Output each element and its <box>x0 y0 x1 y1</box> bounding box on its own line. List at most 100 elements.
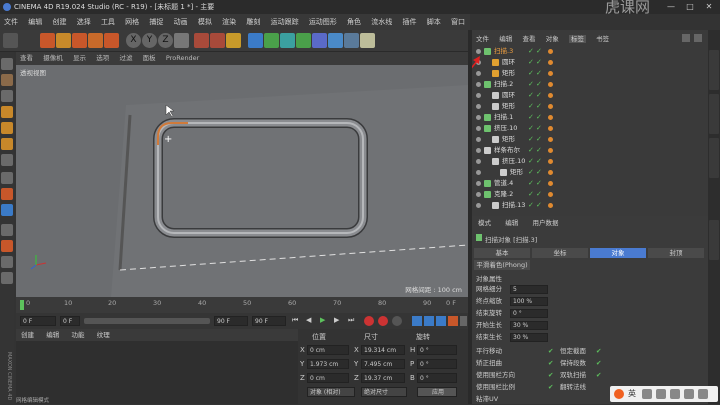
vp-menu-cameras[interactable]: 摄像机 <box>43 54 63 62</box>
workplane-icon[interactable] <box>1 204 13 216</box>
mat-menu-function[interactable]: 功能 <box>71 331 84 339</box>
menu-character[interactable]: 角色 <box>347 18 361 26</box>
camera-icon[interactable] <box>344 33 359 48</box>
mat-menu-texture[interactable]: 纹理 <box>97 331 110 339</box>
vp-menu-panel[interactable]: 面板 <box>143 54 156 62</box>
undo-icon[interactable] <box>3 33 18 48</box>
start-frame-field[interactable]: 0 F <box>20 316 56 326</box>
pen-icon[interactable] <box>264 33 279 48</box>
vp-menu-filter[interactable]: 过滤 <box>119 54 132 62</box>
voice-icon[interactable] <box>670 389 680 399</box>
constant-section-checkbox[interactable]: ✔ <box>596 346 601 357</box>
render-view-icon[interactable] <box>194 33 209 48</box>
menu-file[interactable]: 文件 <box>4 18 18 26</box>
cloner-icon[interactable] <box>296 33 311 48</box>
make-editable-icon[interactable] <box>1 58 13 70</box>
timeline-ruler[interactable]: 0 10 20 30 40 50 60 70 80 90 0 F <box>16 297 468 313</box>
rotation-key-icon[interactable] <box>436 316 446 326</box>
rail-scale-checkbox[interactable]: ✔ <box>548 382 553 393</box>
ime-mode-label[interactable]: 英 <box>628 388 636 399</box>
go-to-end-icon[interactable]: ⏭ <box>348 316 358 326</box>
menu-select[interactable]: 选择 <box>77 18 91 26</box>
close-button[interactable]: ✕ <box>702 0 716 14</box>
play-icon[interactable]: ▶ <box>320 316 330 326</box>
perspective-viewport[interactable]: + 透视视图 网格间距 : 100 cm <box>16 65 468 297</box>
points-mode-icon[interactable] <box>1 106 13 118</box>
menu-pipeline[interactable]: 流水线 <box>371 18 392 26</box>
vp-menu-prorender[interactable]: ProRender <box>166 54 199 62</box>
tab-phong[interactable]: 平滑着色(Phong) <box>474 260 530 270</box>
menu-animate[interactable]: 动画 <box>174 18 188 26</box>
menu-mesh[interactable]: 网格 <box>125 18 139 26</box>
menu-tools[interactable]: 工具 <box>101 18 115 26</box>
size-y-field[interactable]: 7.495 cm <box>361 359 405 369</box>
minimize-button[interactable]: — <box>664 0 678 14</box>
record-icon[interactable] <box>364 316 374 326</box>
tweak-icon[interactable] <box>1 172 13 184</box>
current-frame-field[interactable]: 0 F <box>60 316 80 326</box>
timeline-playhead[interactable] <box>20 300 24 310</box>
keep-segments-checkbox[interactable]: ✔ <box>596 358 601 369</box>
texture-mode-icon[interactable] <box>1 90 13 102</box>
scale-key-icon[interactable] <box>424 316 434 326</box>
end-scale-field[interactable]: 100 % <box>510 297 548 306</box>
auto-key-icon[interactable] <box>378 316 388 326</box>
rotation-b-field[interactable]: 0 ° <box>417 373 457 383</box>
emoji-icon[interactable] <box>656 389 666 399</box>
banking-checkbox[interactable]: ✔ <box>548 358 553 369</box>
preview-end-field[interactable]: 90 F <box>252 316 286 326</box>
vp-menu-view[interactable]: 查看 <box>20 54 33 62</box>
environment-icon[interactable] <box>328 33 343 48</box>
attr-menu-edit[interactable]: 编辑 <box>505 219 518 227</box>
parameter-key-icon[interactable] <box>448 316 458 326</box>
keyboard-icon[interactable] <box>684 389 694 399</box>
size-mode-select[interactable]: 绝对尺寸 <box>361 387 407 397</box>
vp-menu-options[interactable]: 选项 <box>96 54 109 62</box>
z-axis-button[interactable]: Z <box>158 33 173 48</box>
edges-mode-icon[interactable] <box>1 122 13 134</box>
size-z-field[interactable]: 19.37 cm <box>361 373 405 383</box>
start-growth-field[interactable]: 30 % <box>510 321 548 330</box>
render-settings-icon[interactable] <box>226 33 241 48</box>
end-frame-field[interactable]: 90 F <box>214 316 248 326</box>
rotation-p-field[interactable]: 0 ° <box>417 359 457 369</box>
menu-create[interactable]: 创建 <box>52 18 66 26</box>
menu-simulate[interactable]: 模拟 <box>198 18 212 26</box>
end-rotation-field[interactable]: 0 ° <box>510 309 548 318</box>
menu-mograph[interactable]: 运动图形 <box>309 18 337 26</box>
menu-render[interactable]: 渲染 <box>222 18 236 26</box>
lock-workplane-icon[interactable] <box>1 240 13 252</box>
skin-icon[interactable] <box>698 389 708 399</box>
live-selection-icon[interactable] <box>40 33 55 48</box>
side-tab[interactable] <box>709 220 719 260</box>
x-axis-button[interactable]: X <box>126 33 141 48</box>
vp-menu-display[interactable]: 显示 <box>73 54 86 62</box>
coord-mode-select[interactable]: 对象 (相对) <box>307 387 355 397</box>
tab-coordinates[interactable]: 坐标 <box>532 248 588 258</box>
snap-icon[interactable] <box>1 188 13 200</box>
tab-object[interactable]: 对象 <box>590 248 646 258</box>
position-key-icon[interactable] <box>412 316 422 326</box>
render-picture-viewer-icon[interactable] <box>210 33 225 48</box>
side-tab[interactable] <box>709 138 719 178</box>
rail-direction-checkbox[interactable]: ✔ <box>548 370 553 381</box>
scale-icon[interactable] <box>72 33 87 48</box>
recent-tool-icon[interactable] <box>104 33 119 48</box>
deformer-icon[interactable] <box>312 33 327 48</box>
next-key-icon[interactable]: ▶ <box>334 316 344 326</box>
sogou-logo-icon[interactable] <box>614 389 624 399</box>
side-tab[interactable] <box>709 50 719 90</box>
menu-edit[interactable]: 编辑 <box>28 18 42 26</box>
move-icon[interactable] <box>56 33 71 48</box>
size-x-field[interactable]: 19.314 cm <box>361 345 405 355</box>
mat-menu-create[interactable]: 创建 <box>21 331 34 339</box>
position-y-field[interactable]: 1.973 cm <box>307 359 349 369</box>
quantize-icon[interactable] <box>1 272 13 284</box>
axis-mode-icon[interactable] <box>1 154 13 166</box>
y-axis-button[interactable]: Y <box>142 33 157 48</box>
point-level-icon[interactable] <box>460 316 467 326</box>
position-z-field[interactable]: 0 cm <box>307 373 349 383</box>
menu-sculpt[interactable]: 雕刻 <box>246 18 260 26</box>
subdivision-icon[interactable] <box>280 33 295 48</box>
tab-basic[interactable]: 基本 <box>474 248 530 258</box>
